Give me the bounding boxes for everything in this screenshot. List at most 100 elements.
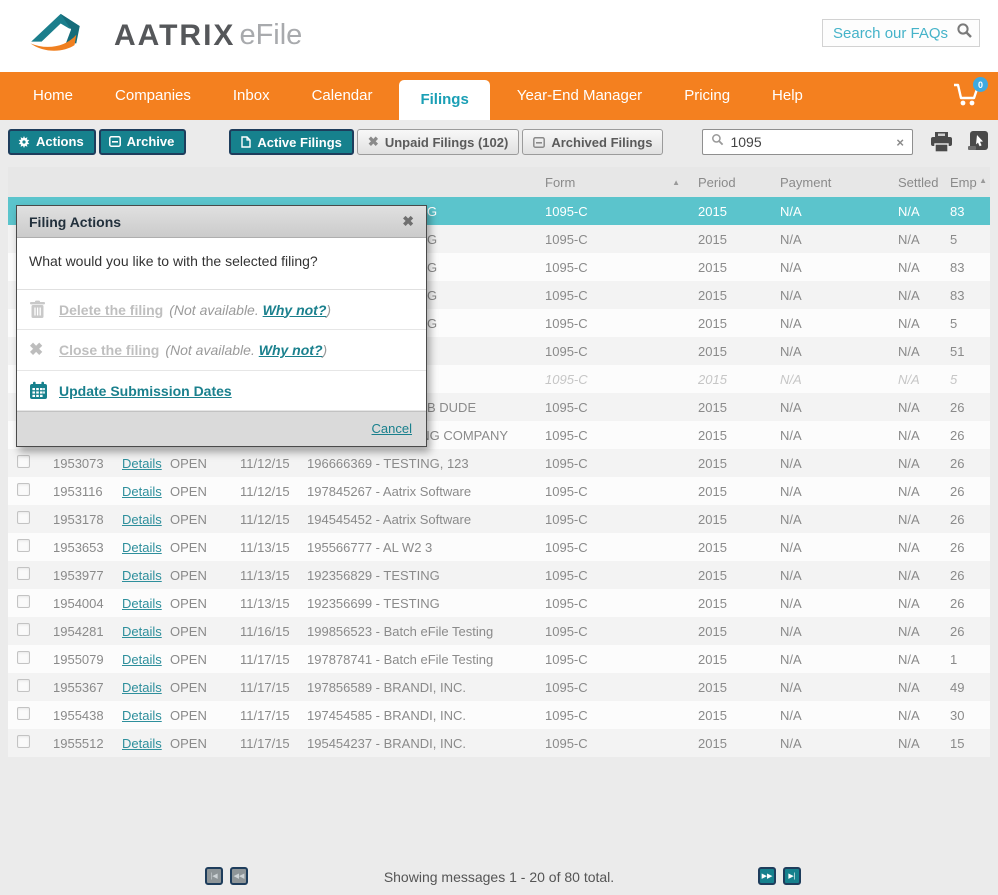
details-link[interactable]: Details (122, 540, 162, 555)
tab-archived-filings[interactable]: Archived Filings (522, 129, 663, 155)
nav-item-home[interactable]: Home (12, 72, 94, 120)
row-checkbox[interactable] (17, 707, 30, 720)
archive-button[interactable]: Archive (99, 129, 187, 155)
archive-box-icon (533, 137, 545, 148)
table-row[interactable]: 1953178DetailsOPEN11/12/15194545452 - Aa… (8, 505, 990, 533)
nav-item-calendar[interactable]: Calendar (291, 72, 394, 120)
row-checkbox[interactable] (17, 679, 30, 692)
form-name: 1095-C (537, 736, 690, 751)
nav-item-inbox[interactable]: Inbox (212, 72, 291, 120)
filing-date: 11/12/15 (240, 484, 305, 499)
row-checkbox-cell (8, 623, 44, 639)
row-checkbox[interactable] (17, 483, 30, 496)
details-link[interactable]: Details (122, 512, 162, 527)
filing-period: 2015 (690, 260, 772, 275)
pagination-status: Showing messages 1 - 20 of 80 total. (0, 869, 998, 885)
filing-status: OPEN (164, 680, 240, 695)
employee-count: 26 (942, 568, 990, 583)
filing-id: 1953116 (44, 484, 122, 499)
row-checkbox[interactable] (17, 539, 30, 552)
employee-count: 26 (942, 624, 990, 639)
search-input[interactable]: 1095 (730, 134, 896, 150)
last-page-button[interactable]: ▶| (783, 867, 801, 885)
table-row[interactable]: 1955512DetailsOPEN11/17/15195454237 - BR… (8, 729, 990, 757)
filing-period: 2015 (690, 316, 772, 331)
table-row[interactable]: 1955438DetailsOPEN11/17/15197454585 - BR… (8, 701, 990, 729)
table-row[interactable]: 1955367DetailsOPEN11/17/15197856589 - BR… (8, 673, 990, 701)
table-row[interactable]: 1954004DetailsOPEN11/13/15192356699 - TE… (8, 589, 990, 617)
table-row[interactable]: 1953977DetailsOPEN11/13/15192356829 - TE… (8, 561, 990, 589)
search-icon (711, 133, 724, 151)
form-name: 1095-C (537, 596, 690, 611)
filings-search-field[interactable]: 1095 × (702, 129, 913, 155)
details-link[interactable]: Details (122, 568, 162, 583)
row-checkbox[interactable] (17, 567, 30, 580)
filing-date: 11/13/15 (240, 568, 305, 583)
next-page-button[interactable]: ▶▶ (758, 867, 776, 885)
filing-payment: N/A (772, 400, 882, 415)
scrollbar-up-icon[interactable]: ▲ (979, 176, 987, 185)
row-checkbox[interactable] (17, 511, 30, 524)
details-cell: Details (122, 484, 164, 499)
details-link[interactable]: Details (122, 596, 162, 611)
details-cell: Details (122, 736, 164, 751)
details-link[interactable]: Details (122, 652, 162, 667)
row-checkbox[interactable] (17, 651, 30, 664)
nav-item-pricing[interactable]: Pricing (663, 72, 751, 120)
nav-item-filings[interactable]: Filings (399, 80, 489, 120)
tab-active-filings[interactable]: Active Filings (229, 129, 354, 155)
filing-period: 2015 (690, 680, 772, 695)
actions-button[interactable]: Actions (8, 129, 96, 155)
form-name: 1095-C (537, 652, 690, 667)
table-row[interactable]: 1954281DetailsOPEN11/16/15199856523 - Ba… (8, 617, 990, 645)
why-not-link[interactable]: Why not? (259, 342, 323, 358)
why-not-link[interactable]: Why not? (263, 302, 327, 318)
details-link[interactable]: Details (122, 484, 162, 499)
details-cell: Details (122, 540, 164, 555)
row-checkbox-cell (8, 455, 44, 471)
details-link[interactable]: Details (122, 708, 162, 723)
form-name: 1095-C (537, 204, 690, 219)
details-link[interactable]: Details (122, 736, 162, 751)
details-link[interactable]: Details (122, 456, 162, 471)
cart-icon[interactable]: 0 (952, 82, 982, 110)
filing-id: 1953653 (44, 540, 122, 555)
details-link[interactable]: Details (122, 624, 162, 639)
trash-icon (29, 300, 59, 319)
column-header-form[interactable]: Form ▲ (537, 175, 690, 190)
table-row[interactable]: 1953073DetailsOPEN11/12/15196666369 - TE… (8, 449, 990, 477)
form-name: 1095-C (537, 456, 690, 471)
faq-search-box[interactable]: Search our FAQs (822, 19, 980, 47)
table-row[interactable]: 1953653DetailsOPEN11/13/15195566777 - AL… (8, 533, 990, 561)
employee-count: 1 (942, 652, 990, 667)
print-icon[interactable] (929, 131, 954, 154)
row-checkbox[interactable] (17, 595, 30, 608)
update-submission-dates-link[interactable]: Update Submission Dates (59, 383, 232, 399)
row-checkbox[interactable] (17, 455, 30, 468)
nav-item-companies[interactable]: Companies (94, 72, 212, 120)
details-link[interactable]: Details (122, 680, 162, 695)
clear-search-icon[interactable]: × (896, 135, 904, 150)
row-checkbox[interactable] (17, 623, 30, 636)
row-checkbox-cell (8, 679, 44, 695)
filing-payment: N/A (772, 512, 882, 527)
row-checkbox[interactable] (17, 735, 30, 748)
cancel-link[interactable]: Cancel (372, 421, 412, 436)
top-header: AATRIX eFile Search our FAQs (0, 0, 998, 72)
report-pointer-icon[interactable] (966, 130, 990, 154)
table-row[interactable]: 1955079DetailsOPEN11/17/15197878741 - Ba… (8, 645, 990, 673)
close-icon[interactable]: ✖ (402, 213, 414, 230)
table-row[interactable]: 1953116DetailsOPEN11/12/15197845267 - Aa… (8, 477, 990, 505)
filing-settled: N/A (882, 736, 942, 751)
filings-toolbar: Actions Archive Active Filings ✖ Unpaid … (8, 127, 990, 157)
column-header-payment[interactable]: Payment (772, 175, 882, 190)
column-header-period[interactable]: Period (690, 175, 772, 190)
filing-settled: N/A (882, 624, 942, 639)
nav-item-year-end-manager[interactable]: Year-End Manager (496, 72, 663, 120)
faq-search-input[interactable]: Search our FAQs (833, 25, 956, 42)
column-header-settled[interactable]: Settled (882, 175, 942, 190)
employee-count: 5 (942, 316, 990, 331)
search-icon[interactable] (956, 22, 973, 44)
tab-unpaid-filings[interactable]: ✖ Unpaid Filings (102) (357, 129, 519, 155)
nav-item-help[interactable]: Help (751, 72, 824, 120)
